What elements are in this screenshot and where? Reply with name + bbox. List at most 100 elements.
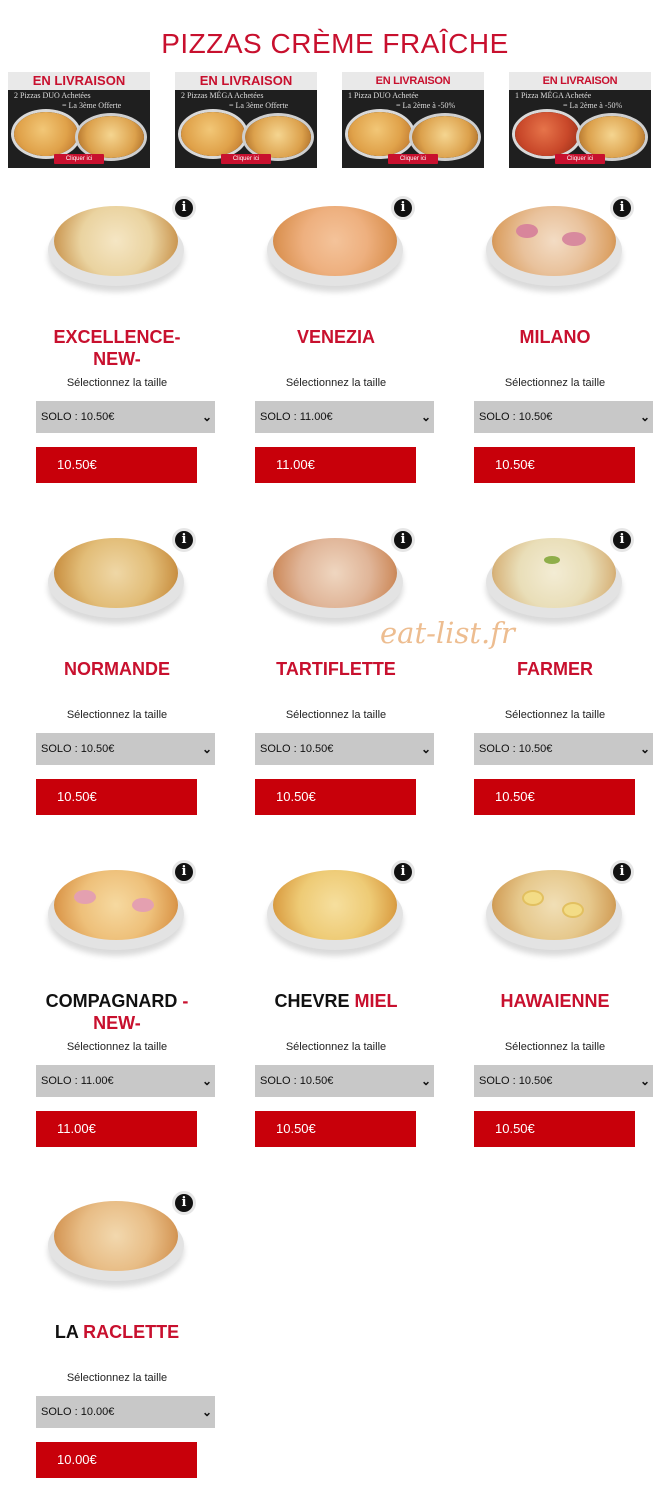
info-icon[interactable]: i (391, 528, 415, 552)
product-name-red: MILANO (519, 327, 591, 347)
info-glyph: i (175, 199, 193, 217)
size-select-value: SOLO : 10.50€ (260, 743, 334, 755)
info-glyph: i (175, 531, 193, 549)
price-add-button[interactable]: 10.50€ (36, 447, 197, 483)
info-glyph: i (394, 863, 412, 881)
size-select[interactable]: SOLO : 10.50€ ⌄ (255, 733, 434, 765)
pizza-image[interactable]: i (48, 860, 196, 954)
size-select[interactable]: SOLO : 10.50€ ⌄ (36, 401, 215, 433)
promo-cta-button[interactable]: Cliquer ici (555, 154, 605, 164)
promo-banner-mega-2nd-half[interactable]: EN LIVRAISON 1 Pizza MÉGA Achetée = La 2… (509, 72, 651, 168)
price-add-button[interactable]: 10.50€ (36, 779, 197, 815)
product-name-dark: LA (54, 1322, 79, 1342)
size-select[interactable]: SOLO : 10.50€ ⌄ (474, 401, 653, 433)
info-icon[interactable]: i (610, 860, 634, 884)
chevron-down-icon: ⌄ (201, 410, 212, 424)
chevron-down-icon: ⌄ (639, 742, 650, 756)
product-name: LA RACLETTE (36, 1321, 198, 1343)
size-select-value: SOLO : 10.50€ (479, 743, 553, 755)
price-add-button[interactable]: 10.50€ (255, 779, 416, 815)
pizza-image[interactable]: i (48, 528, 196, 622)
promo-cta-button[interactable]: Cliquer ici (388, 154, 438, 164)
product-name: CHEVRE MIEL (255, 990, 417, 1012)
pizza-image[interactable]: i (48, 196, 196, 290)
info-icon[interactable]: i (610, 196, 634, 220)
pizza-crust (492, 206, 616, 276)
size-label: Sélectionnez la taille (285, 377, 387, 389)
size-select[interactable]: SOLO : 11.00€ ⌄ (255, 401, 434, 433)
info-glyph: i (613, 531, 631, 549)
pizza-image[interactable]: i (267, 196, 415, 290)
product-name: FARMER (474, 658, 636, 680)
size-select[interactable]: SOLO : 10.50€ ⌄ (474, 1065, 653, 1097)
promo-heading: EN LIVRAISON (342, 72, 484, 90)
product-name-red: EXCELLENCE-NEW- (53, 327, 181, 369)
topping (544, 556, 560, 564)
pizza-image[interactable]: i (486, 860, 634, 954)
promo-line1: 2 Pizzas DUO Achetées (14, 91, 91, 100)
product-name: HAWAIENNE (474, 990, 636, 1012)
size-select-value: SOLO : 11.00€ (260, 411, 333, 423)
size-select[interactable]: SOLO : 11.00€ ⌄ (36, 1065, 215, 1097)
price-add-button[interactable]: 10.50€ (255, 1111, 416, 1147)
size-select[interactable]: SOLO : 10.50€ ⌄ (474, 733, 653, 765)
promo-line2: = La 2ème à -50% (396, 101, 456, 110)
info-icon[interactable]: i (172, 860, 196, 884)
promo-heading: EN LIVRAISON (509, 72, 651, 90)
product-name-red: VENEZIA (296, 327, 375, 347)
size-label: Sélectionnez la taille (504, 377, 606, 389)
topping (516, 224, 538, 238)
pizza-image[interactable]: i (486, 196, 634, 290)
pizza-image[interactable]: i (267, 860, 415, 954)
size-select[interactable]: SOLO : 10.50€ ⌄ (36, 733, 215, 765)
info-icon[interactable]: i (391, 196, 415, 220)
product-name: COMPAGNARD -NEW- (36, 990, 198, 1034)
chevron-down-icon: ⌄ (639, 1074, 650, 1088)
product-name: VENEZIA (255, 326, 417, 348)
size-select[interactable]: SOLO : 10.50€ ⌄ (255, 1065, 434, 1097)
price-add-button[interactable]: 10.50€ (474, 447, 635, 483)
pizza-crust (273, 206, 397, 276)
promo-pizza-image (245, 116, 311, 158)
chevron-down-icon: ⌄ (201, 1405, 212, 1419)
pizza-image[interactable]: i (486, 528, 634, 622)
promo-banner-duo-2nd-half[interactable]: EN LIVRAISON 1 Pizza DUO Achetée = La 2è… (342, 72, 484, 168)
promo-pizza-image (14, 112, 78, 156)
product-name: NORMANDE (36, 658, 198, 680)
price-add-button[interactable]: 11.00€ (255, 447, 416, 483)
promo-banner-mega-3rd-free[interactable]: EN LIVRAISON 2 Pizzas MÉGA Achetées = La… (175, 72, 317, 168)
chevron-down-icon: ⌄ (420, 410, 431, 424)
info-icon[interactable]: i (391, 860, 415, 884)
product-name: TARTIFLETTE (255, 658, 417, 680)
pizza-image[interactable]: i (48, 1191, 196, 1285)
promo-line2: = La 3ème Offerte (229, 101, 289, 110)
pizza-image[interactable]: i (267, 528, 415, 622)
size-select[interactable]: SOLO : 10.00€ ⌄ (36, 1396, 215, 1428)
topping (562, 232, 586, 246)
price-add-button[interactable]: 11.00€ (36, 1111, 197, 1147)
info-icon[interactable]: i (172, 528, 196, 552)
size-select-value: SOLO : 10.50€ (41, 411, 115, 423)
promo-pizza-image (348, 112, 412, 156)
promo-cta-button[interactable]: Cliquer ici (54, 154, 104, 164)
chevron-down-icon: ⌄ (201, 1074, 212, 1088)
promo-heading: EN LIVRAISON (8, 72, 150, 90)
topping (522, 890, 544, 906)
promo-cta-button[interactable]: Cliquer ici (221, 154, 271, 164)
product-name-red: RACLETTE (83, 1322, 180, 1342)
info-icon[interactable]: i (172, 1191, 196, 1215)
product-name-red: FARMER (517, 659, 593, 679)
price-add-button[interactable]: 10.50€ (474, 779, 635, 815)
price-add-button[interactable]: 10.50€ (474, 1111, 635, 1147)
product-name-red: NORMANDE (64, 659, 170, 679)
info-glyph: i (175, 1194, 193, 1212)
info-icon[interactable]: i (610, 528, 634, 552)
product-name-red: MIEL (354, 991, 398, 1011)
size-label: Sélectionnez la taille (66, 377, 168, 389)
info-icon[interactable]: i (172, 196, 196, 220)
size-select-value: SOLO : 10.50€ (41, 743, 115, 755)
size-label: Sélectionnez la taille (66, 1041, 168, 1053)
size-select-value: SOLO : 10.00€ (41, 1406, 115, 1418)
price-add-button[interactable]: 10.00€ (36, 1442, 197, 1478)
promo-banner-duo-3rd-free[interactable]: EN LIVRAISON 2 Pizzas DUO Achetées = La … (8, 72, 150, 168)
